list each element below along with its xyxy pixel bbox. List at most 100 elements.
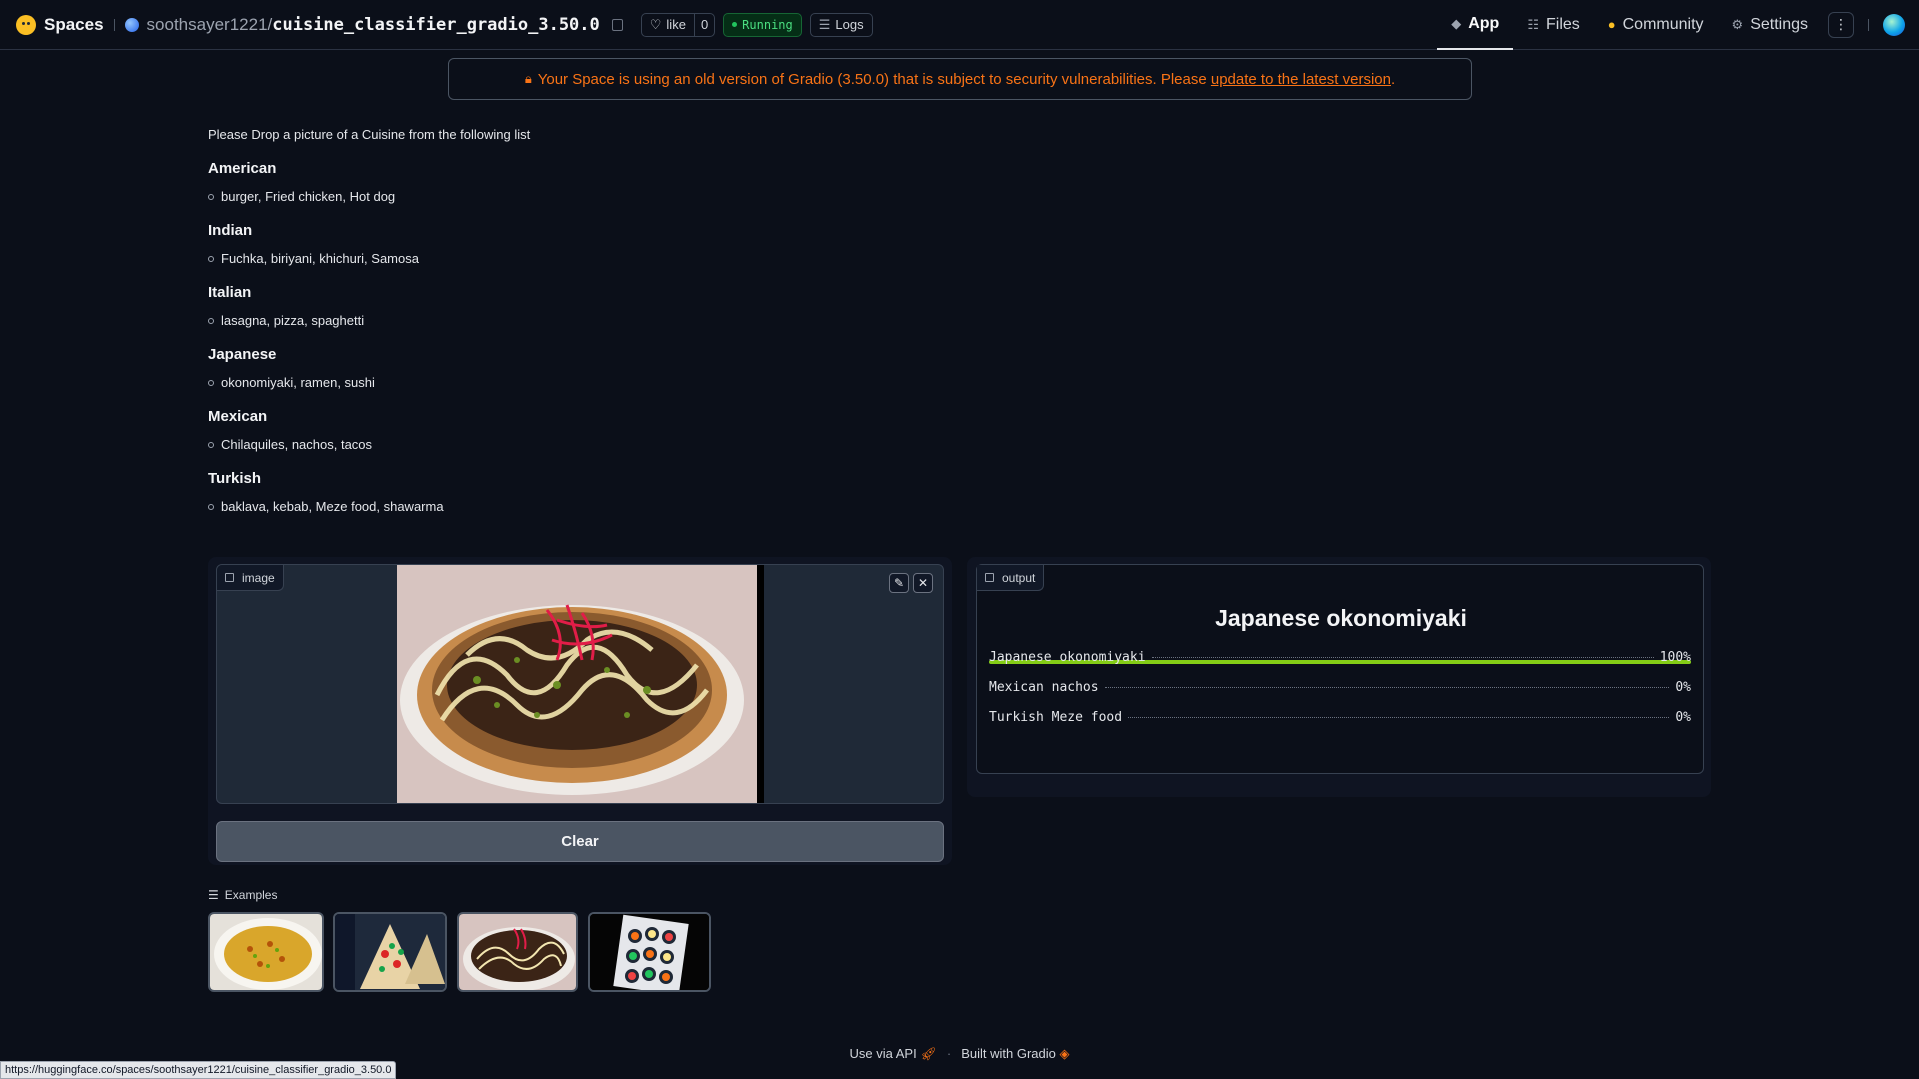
output-label-text: output [1002, 570, 1036, 585]
dotted-leader [1151, 657, 1654, 658]
spaces-home-link[interactable]: Spaces [16, 14, 104, 35]
dotted-leader [1104, 687, 1670, 688]
cuisine-item-text: Fuchka, biriyani, khichuri, Samosa [221, 251, 419, 266]
example-image-1 [210, 914, 322, 990]
example-thumb-sushi[interactable] [588, 912, 711, 992]
cuisine-item-text: okonomiyaki, ramen, sushi [221, 375, 375, 390]
copy-icon[interactable] [611, 18, 623, 31]
app-cube-icon: ◆ [1451, 15, 1462, 31]
app-description: Please Drop a picture of a Cuisine from … [208, 120, 1708, 514]
confidence-row: Mexican nachos 0% [989, 680, 1691, 695]
repo-name-link[interactable]: cuisine_classifier_gradio_3.50.0 [272, 15, 600, 35]
like-button[interactable]: ♡ like 0 [640, 12, 716, 37]
spaces-brand-label: Spaces [44, 14, 104, 34]
tab-app[interactable]: ◆ App [1437, 0, 1514, 50]
vertical-dots-icon: ⋮ [1834, 16, 1848, 32]
files-icon: ☷ [1527, 16, 1539, 32]
bullet-icon [208, 379, 214, 386]
image-icon [225, 573, 234, 582]
cuisine-heading: American [208, 160, 277, 177]
use-via-api-link[interactable]: Use via API 🚀︎ [850, 1046, 937, 1062]
confidence-row: Japanese okonomiyaki 100% [989, 650, 1691, 665]
cuisine-heading: Japanese [208, 346, 277, 363]
logs-label: Logs [835, 17, 864, 32]
owner-avatar [124, 17, 139, 32]
top-navigation-bar: Spaces soothsayer1221/cuisine_classifier… [0, 0, 1919, 50]
header-separator [113, 18, 115, 31]
example-thumb-biriyani[interactable] [208, 912, 324, 992]
example-image-2 [335, 914, 445, 990]
like-count: 0 [693, 13, 714, 36]
image-label-text: image [242, 570, 275, 585]
confidence-row: Turkish Meze food 0% [989, 710, 1691, 725]
cuisine-heading: Turkish [208, 470, 262, 487]
bullet-icon [208, 255, 214, 262]
image-input[interactable]: image ✎ ✕ [216, 564, 944, 804]
bullet-icon [208, 317, 214, 324]
logs-icon: ☰ [818, 16, 831, 32]
cuisine-list: American burger, Fried chicken, Hot dog In… [208, 160, 1708, 514]
image-block-label: image [217, 565, 284, 591]
pencil-icon: ✎ [893, 576, 905, 590]
more-options-button[interactable]: ⋮ [1828, 11, 1854, 38]
tab-app-label: App [1468, 14, 1500, 32]
like-label: like [666, 17, 686, 32]
cuisine-item: Fuchka, biriyani, khichuri, Samosa [208, 251, 1708, 266]
cuisine-heading: Indian [208, 222, 253, 239]
user-avatar[interactable] [1883, 13, 1905, 36]
confidence-label: Japanese okonomiyaki [989, 650, 1146, 665]
tab-community-label: Community [1622, 15, 1704, 33]
cuisine-heading: Italian [208, 284, 252, 301]
tab-settings[interactable]: ⚙ Settings [1718, 0, 1822, 50]
footer: Use via API 🚀︎ · Built with Gradio ◈ [0, 1046, 1919, 1062]
running-dot-icon [732, 22, 738, 27]
cuisine-item-text: Chilaquiles, nachos, tacos [221, 437, 373, 452]
tab-files[interactable]: ☷ Files [1513, 0, 1593, 50]
clear-button[interactable]: Clear [216, 821, 944, 862]
update-gradio-link[interactable]: update to the latest version [1211, 71, 1391, 88]
cuisine-item: lasagna, pizza, spaghetti [208, 313, 1708, 328]
bullet-icon [208, 503, 214, 510]
confidence-value: 0% [1675, 680, 1691, 695]
dotted-leader [1128, 717, 1670, 718]
gear-icon: ⚙ [1731, 16, 1744, 32]
confidence-label: Turkish Meze food [989, 710, 1123, 725]
label-chart-icon [985, 573, 994, 582]
logs-button[interactable]: ☰ Logs [809, 12, 873, 37]
cuisine-item-text: burger, Fried chicken, Hot dog [221, 189, 396, 204]
edit-image-button[interactable]: ✎ [889, 573, 909, 593]
owner-link[interactable]: soothsayer1221/ [147, 15, 273, 35]
bullet-icon [208, 193, 214, 200]
banner-text: Your Space is using an old version of Gr… [537, 70, 1396, 88]
lock-icon: 🔒︎ [524, 71, 532, 86]
tab-settings-label: Settings [1750, 15, 1808, 33]
confidence-value: 100% [1659, 650, 1691, 665]
cuisine-item: Chilaquiles, nachos, tacos [208, 437, 1708, 452]
output-label-block: output Japanese okonomiyaki Japanese oko… [976, 564, 1704, 774]
cuisine-item: baklava, kebab, Meze food, shawarma [208, 499, 1708, 514]
bullet-icon [208, 441, 214, 448]
example-image-3 [459, 914, 576, 990]
security-warning-banner: 🔒︎ Your Space is using an old version of… [448, 58, 1472, 100]
rocket-icon: 🚀︎ [920, 1046, 937, 1061]
cuisine-item: burger, Fried chicken, Hot dog [208, 189, 1708, 204]
status-label: Running [742, 17, 793, 32]
confidence-label: Mexican nachos [989, 680, 1099, 695]
space-nav: ◆ App ☷ Files ● Community ⚙ Settings ⋮ [1437, 0, 1919, 50]
running-status-badge[interactable]: Running [723, 12, 802, 37]
examples-label-text: Examples [224, 888, 278, 902]
close-icon: ✕ [917, 576, 929, 590]
uploaded-food-image [397, 565, 764, 803]
predicted-label: Japanese okonomiyaki [1215, 605, 1467, 631]
cuisine-item-text: baklava, kebab, Meze food, shawarma [221, 499, 444, 514]
built-with-gradio-link[interactable]: Built with Gradio ◈ [961, 1046, 1069, 1062]
example-thumb-okonomiyaki[interactable] [457, 912, 578, 992]
tab-community[interactable]: ● Community [1594, 0, 1718, 50]
cuisine-item-text: lasagna, pizza, spaghetti [221, 313, 365, 328]
intro-text: Please Drop a picture of a Cuisine from … [208, 127, 531, 142]
tab-files-label: Files [1545, 15, 1580, 33]
space-breadcrumb: soothsayer1221/cuisine_classifier_gradio… [124, 15, 623, 35]
remove-image-button[interactable]: ✕ [913, 573, 933, 593]
gradio-logo-icon: ◈ [1059, 1046, 1070, 1061]
example-thumb-tacos[interactable] [333, 912, 447, 992]
